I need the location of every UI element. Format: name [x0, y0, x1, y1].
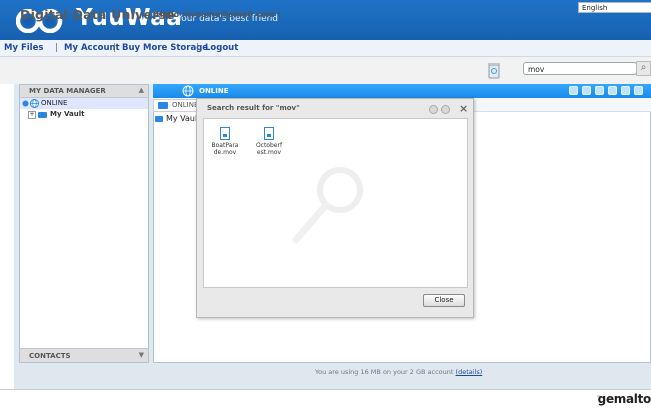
tree-bullet-icon: [22, 100, 29, 107]
folder-icon: [38, 112, 47, 118]
close-button[interactable]: Close: [423, 294, 465, 307]
recycle-bin-icon[interactable]: [487, 61, 501, 79]
search-input[interactable]: mov: [523, 62, 637, 75]
online-title-bar: ONLINE: [153, 84, 651, 98]
file-name-line2: de.mov: [213, 149, 237, 156]
footer: [0, 389, 651, 410]
refresh-icon[interactable]: [429, 105, 438, 114]
new-folder-icon[interactable]: [582, 86, 591, 95]
magnifier-watermark-icon: [292, 167, 363, 244]
dialog-title: Search result for "mov": [207, 104, 300, 112]
status-bar: You are using 16 MB on your 2 GB account…: [153, 363, 651, 383]
contacts-bar[interactable]: CONTACTS ▼: [20, 348, 148, 362]
share-icon[interactable]: [608, 86, 617, 95]
file-item[interactable]: Octoberf est.mov: [251, 127, 287, 156]
nav-separator: |: [113, 43, 116, 53]
file-name-line1: Octoberf: [255, 142, 283, 149]
contacts-title: CONTACTS: [29, 352, 71, 360]
movie-file-icon: [264, 127, 274, 140]
search-icon[interactable]: ⌕: [636, 61, 651, 76]
nav-separator: |: [196, 43, 199, 53]
greeting-text: Hello myname@email.com !: [156, 10, 281, 19]
globe-icon: [30, 99, 39, 108]
expand-down-icon[interactable]: ▼: [139, 351, 144, 359]
dialog-close-icon[interactable]: ×: [459, 102, 468, 115]
movie-file-icon: [220, 127, 230, 140]
panel-title: ONLINE: [199, 87, 229, 95]
globe-icon: [182, 85, 194, 97]
tree-item-label: My Vault: [50, 110, 85, 118]
storage-usage-text: You are using 16 MB on your 2 GB account…: [315, 368, 483, 376]
upload-icon[interactable]: [569, 86, 578, 95]
folder-icon: [158, 102, 168, 109]
details-link[interactable]: (details): [456, 368, 483, 376]
file-name-line1: BoatPara: [211, 142, 239, 149]
data-manager-panel: [19, 84, 149, 363]
language-select[interactable]: English: [578, 2, 651, 13]
nav-logout-link[interactable]: Logout: [205, 43, 238, 53]
tree-item-label: ONLINE: [41, 99, 68, 107]
delete-icon[interactable]: [621, 86, 630, 95]
download-icon[interactable]: [595, 86, 604, 95]
folder-icon: [155, 116, 163, 122]
breadcrumb-label: ONLINE: [172, 101, 199, 109]
top-nav: My Files | My Account | Buy More Storage…: [0, 40, 651, 57]
expand-icon[interactable]: +: [28, 111, 36, 119]
app-title: Digital Data Universe: [20, 7, 175, 22]
nav-separator: |: [55, 43, 58, 53]
collapse-up-icon[interactable]: ▲: [139, 86, 144, 94]
view-icon[interactable]: [634, 86, 643, 95]
options-icon[interactable]: [441, 105, 450, 114]
file-name-line2: est.mov: [256, 149, 282, 156]
nav-my-account-link[interactable]: My Account: [64, 43, 120, 53]
gemalto-logo: gemalto: [597, 392, 651, 406]
nav-my-files-link[interactable]: My Files: [4, 43, 43, 53]
tree-item-online[interactable]: ONLINE: [20, 98, 148, 109]
data-manager-header[interactable]: MY DATA MANAGER ▲: [20, 85, 148, 98]
data-manager-title: MY DATA MANAGER: [29, 87, 106, 95]
file-item[interactable]: BoatPara de.mov: [207, 127, 243, 156]
